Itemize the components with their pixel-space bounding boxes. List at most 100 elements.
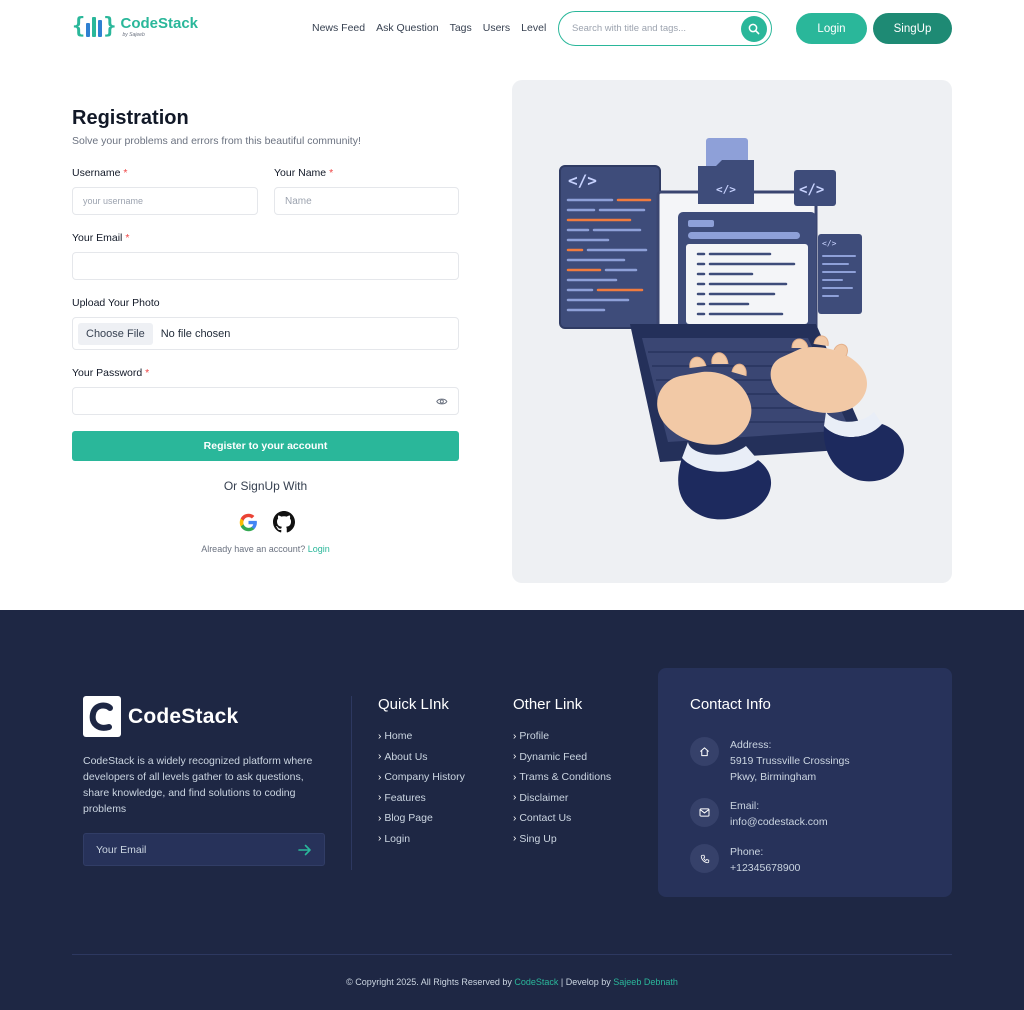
phone-icon	[690, 844, 719, 873]
brand-byline: by Sajeeb	[122, 31, 145, 38]
brand-logo[interactable]: { } CodeStack by Sajeeb	[72, 14, 198, 39]
footer-link-blog[interactable]: › Blog Page	[378, 812, 465, 824]
social-signup	[236, 510, 296, 534]
code-window-right: </>	[818, 234, 862, 314]
search-button[interactable]	[741, 15, 767, 42]
nav-ask-question[interactable]: Ask Question	[376, 22, 438, 34]
username-input[interactable]	[83, 196, 247, 206]
footer: CodeStack CodeStack is a widely recogniz…	[0, 610, 1024, 1010]
name-input[interactable]	[285, 195, 448, 207]
signup-button[interactable]: SingUp	[873, 13, 952, 44]
google-signup-button[interactable]	[236, 510, 260, 534]
brand-name: CodeStack	[120, 14, 199, 32]
file-status: No file chosen	[160, 327, 231, 340]
main-nav: News Feed Ask Question Tags Users Level	[312, 22, 546, 34]
name-label: Your Name	[274, 167, 327, 179]
footer-link-signup[interactable]: › Sing Up	[513, 833, 611, 845]
folder-icon: </>	[698, 138, 754, 204]
footer-link-features[interactable]: › Features	[378, 792, 465, 804]
logo-icon: { }	[72, 14, 117, 39]
newsletter-email-input[interactable]	[96, 843, 298, 856]
footer-link-contact[interactable]: › Contact Us	[513, 812, 611, 824]
photo-label: Upload Your Photo	[72, 297, 160, 309]
developer-text: | Develop by	[560, 977, 611, 987]
chevron-right-icon: ›	[513, 771, 517, 783]
laptop-coding-illustration: </> </> </> </>	[559, 138, 904, 520]
footer-logo[interactable]: CodeStack	[83, 696, 238, 737]
contact-email: Email: info@codestack.com	[690, 798, 828, 830]
login-prompt: Already have an account? Login	[72, 544, 459, 554]
other-links-title: Other Link	[513, 696, 583, 713]
nav-users[interactable]: Users	[483, 22, 510, 34]
chevron-right-icon: ›	[513, 812, 517, 824]
footer-link-about[interactable]: › About Us	[378, 751, 465, 763]
chevron-right-icon: ›	[378, 812, 382, 824]
chevron-right-icon: ›	[378, 771, 382, 783]
eye-icon[interactable]	[436, 397, 448, 406]
newsletter-form	[83, 833, 325, 866]
footer-link-dynamic-feed[interactable]: › Dynamic Feed	[513, 751, 611, 763]
chevron-right-icon: ›	[513, 751, 517, 763]
already-account-text: Already have an account?	[201, 544, 306, 554]
copyright-brand-link[interactable]: CodeStack	[514, 977, 558, 987]
username-field: Username *	[72, 167, 258, 215]
developer-link[interactable]: Sajeeb Debnath	[613, 977, 678, 987]
email-input[interactable]	[83, 260, 448, 272]
photo-upload[interactable]: Choose File No file chosen	[72, 317, 459, 350]
google-icon	[239, 513, 257, 531]
nav-level[interactable]: Level	[521, 22, 546, 34]
contact-info-title: Contact Info	[690, 696, 771, 713]
password-field: Your Password *	[72, 367, 459, 415]
svg-text:</>: </>	[716, 183, 736, 196]
search-input[interactable]	[572, 23, 741, 34]
register-button[interactable]: Register to your account	[72, 431, 459, 461]
email-label: Email:	[730, 800, 760, 812]
address-label: Address:	[730, 739, 772, 751]
github-signup-button[interactable]	[272, 510, 296, 534]
footer-divider	[351, 696, 352, 870]
other-links: Other Link › Profile › Dynamic Feed › Trams…	[513, 696, 611, 854]
contact-info-card: Contact Info Address: 5919 Trussville Cr…	[658, 668, 952, 897]
svg-text:</>: </>	[799, 182, 824, 198]
email-field: Your Email *	[72, 232, 459, 280]
github-icon	[273, 511, 295, 533]
login-link[interactable]: Login	[308, 544, 330, 554]
photo-field: Upload Your Photo Choose File No file ch…	[72, 297, 459, 350]
search-icon	[748, 23, 760, 34]
contact-phone: Phone: +12345678900	[690, 844, 800, 876]
footer-link-home[interactable]: › Home	[378, 730, 465, 742]
required-mark: *	[145, 367, 150, 379]
required-mark: *	[329, 167, 334, 179]
contact-address: Address: 5919 Trussville Crossings Pkwy,…	[690, 737, 870, 785]
footer-link-disclaimer[interactable]: › Disclaimer	[513, 792, 611, 804]
svg-text:</>: </>	[568, 171, 597, 190]
svg-text:</>: </>	[822, 239, 837, 248]
footer-link-profile[interactable]: › Profile	[513, 730, 611, 742]
footer-logo-icon	[83, 696, 121, 737]
quick-links: Quick LInk › Home › About Us › Company Hist…	[378, 696, 465, 854]
footer-link-login[interactable]: › Login	[378, 833, 465, 845]
required-mark: *	[125, 232, 130, 244]
footer-bottom-divider	[72, 954, 952, 955]
nav-tags[interactable]: Tags	[450, 22, 472, 34]
login-button[interactable]: Login	[796, 13, 867, 44]
footer-link-terms[interactable]: › Trams & Conditions	[513, 771, 611, 783]
phone-value[interactable]: +12345678900	[730, 860, 800, 876]
email-label: Your Email	[72, 232, 123, 244]
username-label: Username	[72, 167, 121, 179]
footer-description: CodeStack is a widely recognized platfor…	[83, 755, 313, 815]
chevron-right-icon: ›	[513, 833, 517, 845]
choose-file-button[interactable]: Choose File	[78, 322, 153, 345]
nav-news-feed[interactable]: News Feed	[312, 22, 365, 34]
copyright-text: © Copyright 2025. All Rights Reserved by	[346, 977, 512, 987]
quick-links-title: Quick LInk	[378, 696, 449, 713]
hero-illustration: </> </> </> </>	[512, 80, 952, 583]
or-signup-heading: Or SignUp With	[223, 479, 308, 493]
home-icon	[690, 737, 719, 766]
copyright: © Copyright 2025. All Rights Reserved by…	[0, 977, 1024, 987]
password-input[interactable]	[83, 395, 437, 407]
chevron-right-icon: ›	[513, 792, 517, 804]
email-value[interactable]: info@codestack.com	[730, 814, 828, 830]
arrow-right-icon[interactable]	[298, 844, 312, 856]
footer-link-history[interactable]: › Company History	[378, 771, 465, 783]
